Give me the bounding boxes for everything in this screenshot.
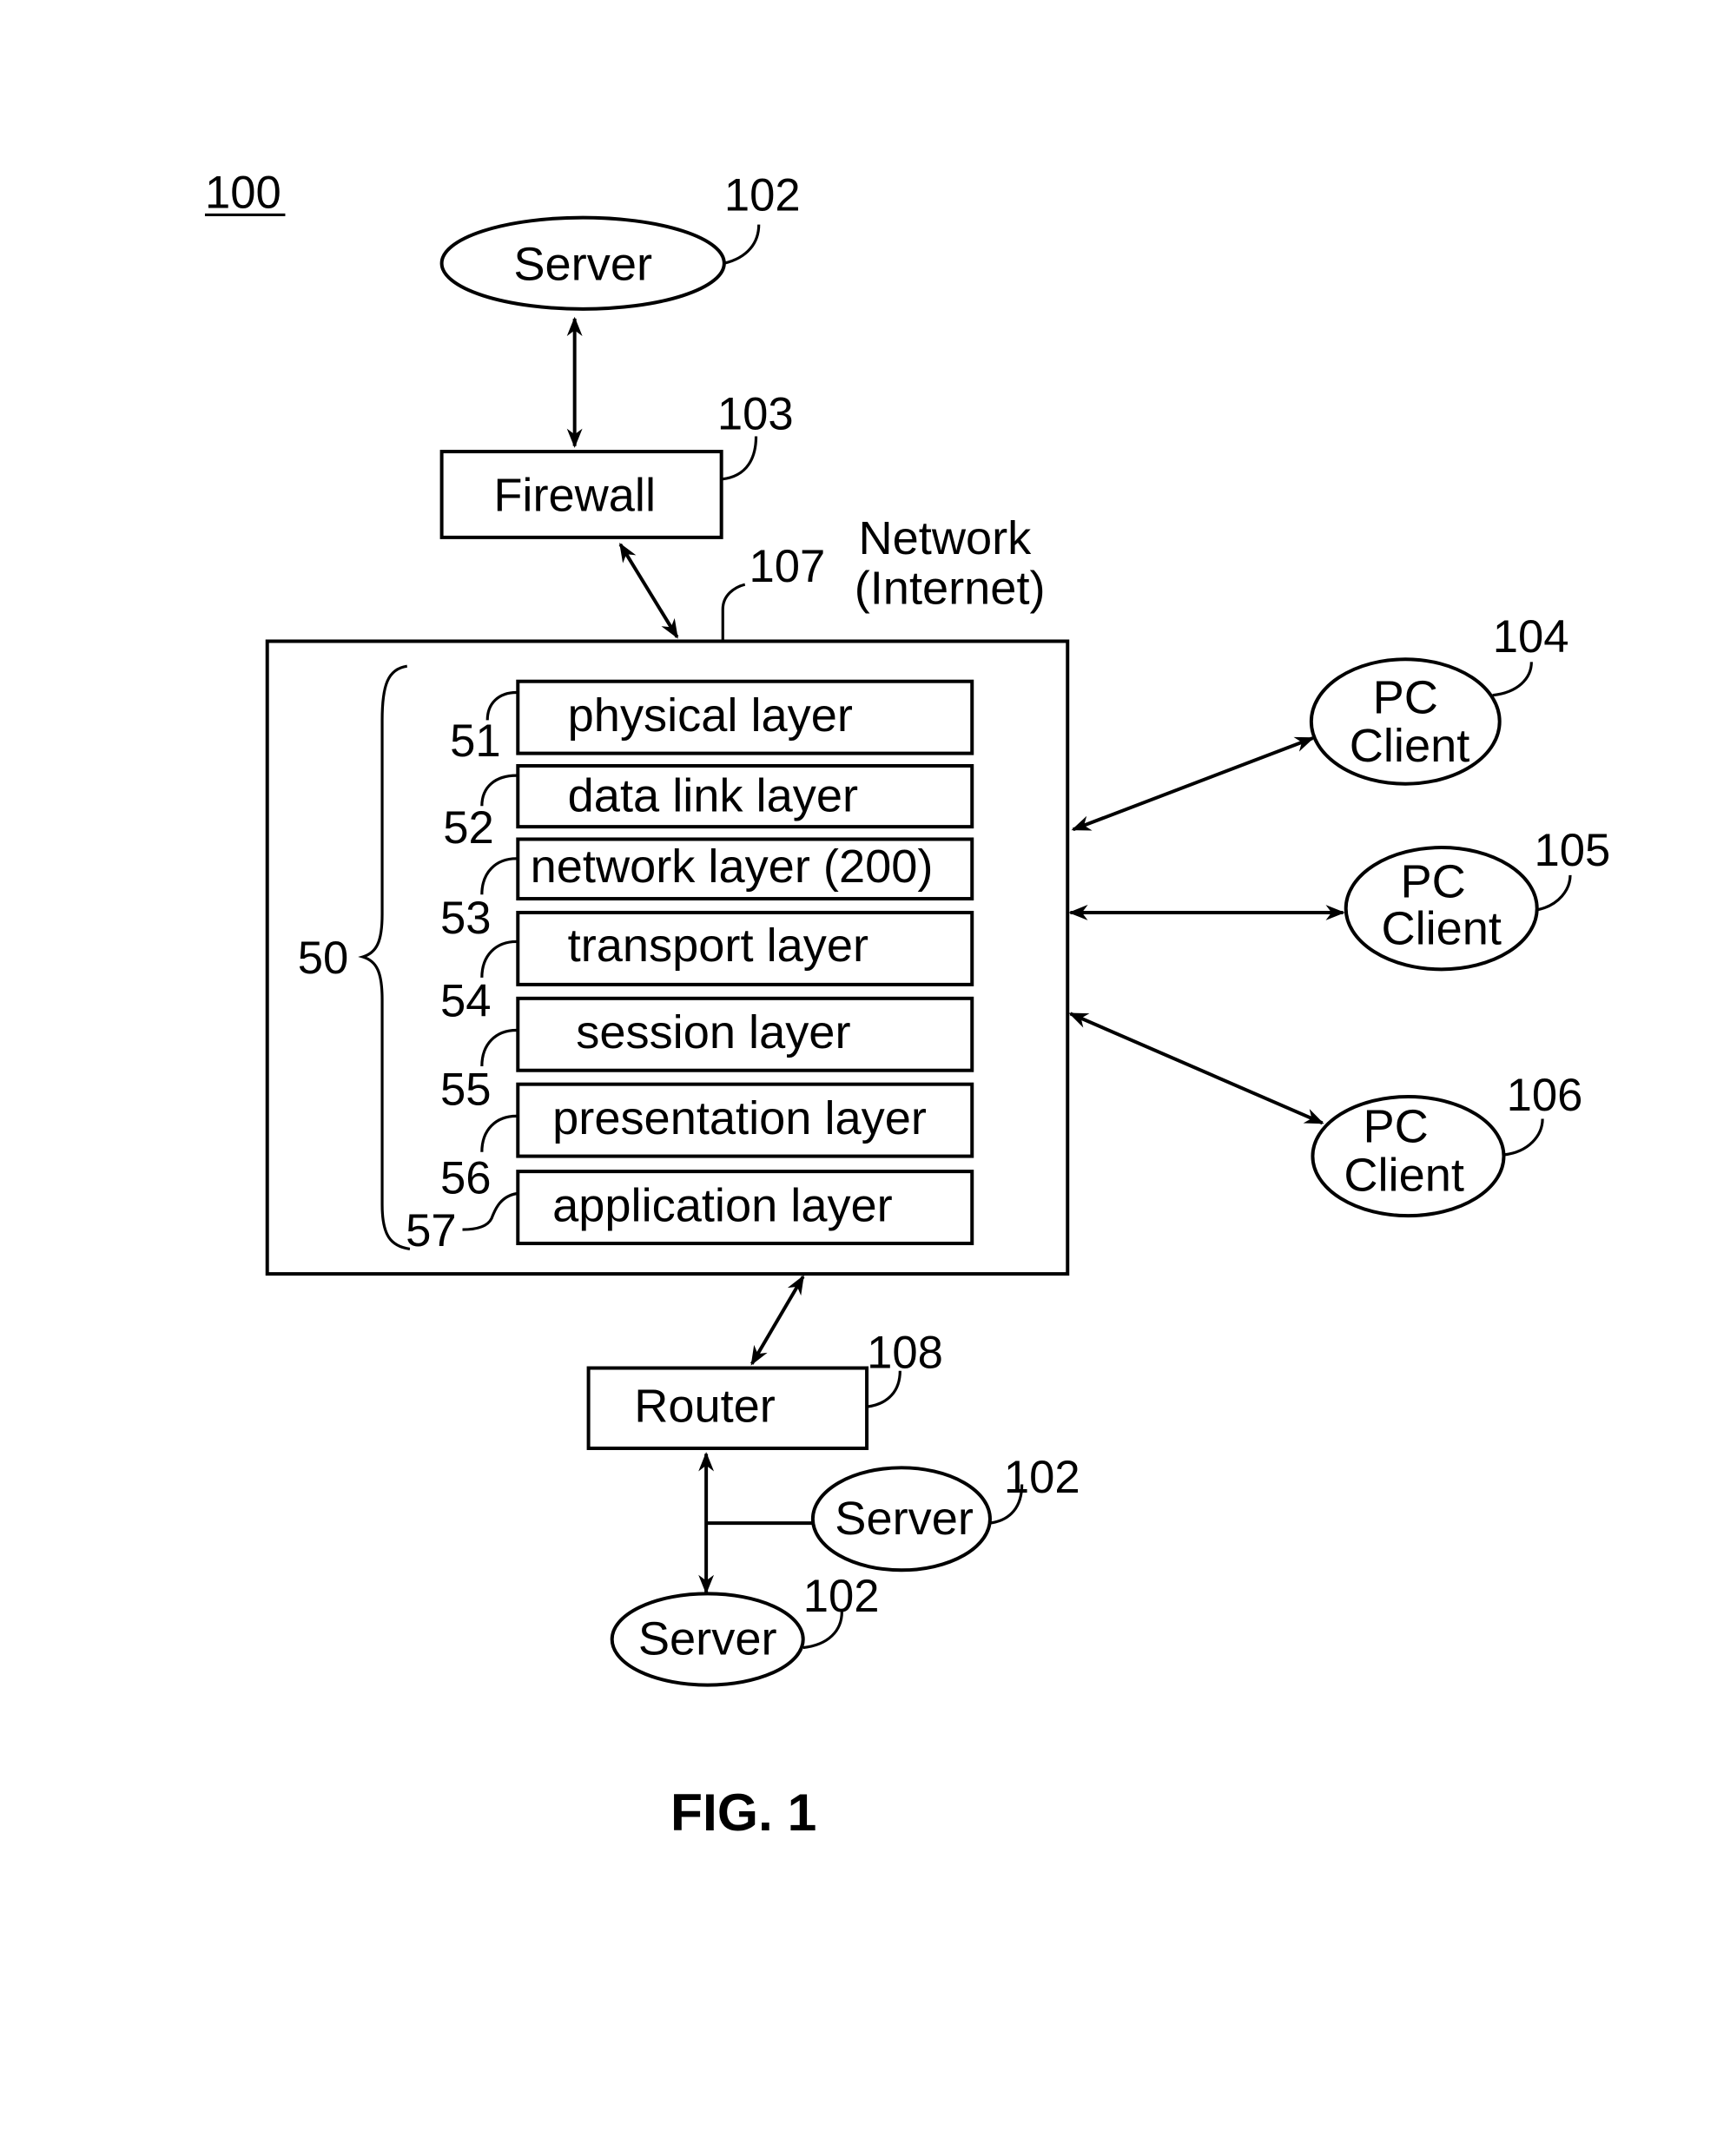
firewall-leader-line — [721, 436, 758, 481]
layer-label: application layer — [552, 1180, 893, 1232]
layer-label: presentation layer — [552, 1092, 927, 1144]
firewall-ref: 103 — [717, 389, 794, 440]
network-ref: 107 — [750, 541, 826, 592]
network-leader-line — [721, 583, 746, 640]
client-label-line1: PC — [1363, 1101, 1428, 1153]
router-label: Router — [634, 1381, 776, 1433]
pc-client-106: PC Client 106 — [1311, 1070, 1583, 1218]
layer-label: network layer (200) — [531, 841, 934, 893]
layer-ref: 56 — [440, 1153, 492, 1204]
pc-client-104: PC Client 104 — [1309, 611, 1569, 786]
server-label: Server — [835, 1493, 974, 1545]
layer-stack-ref: 50 — [298, 933, 349, 984]
client-label-line2: Client — [1350, 720, 1470, 772]
layer-ref: 55 — [440, 1065, 492, 1116]
client-ref: 104 — [1493, 611, 1569, 663]
client-leader-line — [1536, 874, 1572, 912]
layer-label: transport layer — [568, 920, 868, 972]
network-label-group: Network (Internet) 107 — [721, 512, 1046, 640]
layer-ref: 57 — [406, 1205, 457, 1256]
client-ref: 105 — [1535, 825, 1611, 876]
client-label-line1: PC — [1373, 671, 1438, 723]
layer-ref: 51 — [450, 715, 501, 767]
network-label-line1: Network — [859, 512, 1033, 564]
network-diagram: 100 Server 102 Firewall 103 Network (Int… — [204, 167, 1611, 1842]
layer-label: data link layer — [568, 770, 858, 822]
top-server-node: Server 102 — [439, 170, 801, 311]
router-ref: 108 — [867, 1328, 943, 1379]
layer-label: physical layer — [568, 689, 853, 742]
router-node: Router 108 — [586, 1328, 943, 1450]
server-ref: 102 — [803, 1571, 880, 1622]
server-leader-line — [723, 224, 761, 265]
firewall-network-connection — [618, 542, 679, 639]
layer-ref: 54 — [440, 976, 492, 1027]
layer-ref: 52 — [443, 802, 494, 854]
client-leader-line — [1492, 662, 1533, 697]
layer-ref: 53 — [440, 893, 492, 944]
server-ref: 102 — [724, 170, 801, 221]
pc-client-105: PC Client 105 — [1344, 825, 1611, 972]
firewall-label: Firewall — [493, 470, 656, 522]
firewall-node: Firewall 103 — [439, 389, 794, 539]
client-label-line2: Client — [1381, 903, 1502, 955]
figure-ref-text: 100 — [205, 167, 281, 218]
bottom-server-right: Server 102 — [810, 1452, 1080, 1572]
network-router-connection — [750, 1275, 805, 1366]
layer-label: session layer — [576, 1006, 850, 1058]
layer-physical: physical layer 51 — [450, 679, 974, 767]
figure-ref-number: 100 — [204, 167, 286, 218]
server-label: Server — [638, 1613, 777, 1665]
client-label-line2: Client — [1344, 1149, 1464, 1201]
server-label: Server — [513, 238, 652, 290]
client-ref: 106 — [1507, 1070, 1583, 1121]
server-ref: 102 — [1004, 1452, 1080, 1503]
client-106-connection — [1068, 1012, 1324, 1125]
client-leader-line — [1503, 1118, 1544, 1157]
client-104-connection — [1071, 736, 1315, 832]
figure-caption: FIG. 1 — [670, 1783, 816, 1842]
network-label-line2: (Internet) — [855, 562, 1046, 614]
bottom-server-lower: Server 102 — [610, 1571, 880, 1687]
client-label-line1: PC — [1401, 855, 1466, 907]
